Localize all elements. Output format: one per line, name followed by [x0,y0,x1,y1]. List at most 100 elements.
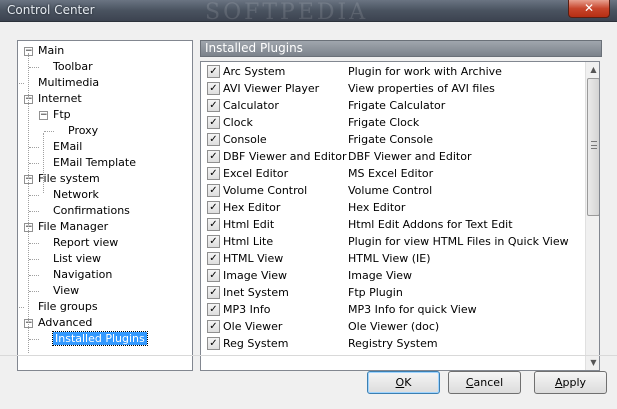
plugins-list[interactable]: ✓ Reg System Registry System ✓ Ole Viewer Ole… [200,61,600,371]
tree-item[interactable]: EMail [53,139,82,155]
tree-item[interactable]: Toolbar [53,59,93,75]
plugin-description: Volume Control [348,184,433,197]
tree-item[interactable]: File Manager [38,219,108,235]
plugin-checkbox[interactable]: ✓ [207,235,220,248]
tree-item[interactable]: View [53,283,79,299]
check-icon: ✓ [209,66,218,77]
tree-item[interactable]: Multimedia [38,75,99,91]
plugin-checkbox[interactable]: ✓ [207,320,220,333]
tree-item-label: File Manager [38,220,109,233]
plugin-row[interactable]: ✓ Hex Editor Hex Editor [201,199,585,216]
plugin-row[interactable]: ✓ HTML View HTML View (IE) [201,250,585,267]
plugin-checkbox[interactable]: ✓ [207,286,220,299]
plugin-name: Excel Editor [223,167,289,180]
tree-item[interactable]: Proxy [68,123,98,139]
apply-button[interactable]: Apply [534,371,607,394]
tree-item[interactable]: Advanced [38,315,92,331]
tree-connector [29,67,39,68]
plugin-checkbox[interactable]: ✓ [207,150,220,163]
plugin-checkbox[interactable]: ✓ [207,82,220,95]
tree-item[interactable]: Installed Plugins [52,331,148,347]
tree-item[interactable]: List view [53,251,101,267]
plugin-row[interactable]: ✓ Html Lite Plugin for view HTML Files in … [201,233,585,250]
plugin-row[interactable]: ✓ Inet System Ftp Plugin [201,284,585,301]
plugin-checkbox[interactable]: ✓ [207,116,220,129]
tree-connector [18,83,24,84]
check-icon: ✓ [209,338,218,349]
plugin-description: MS Excel Editor [348,167,434,180]
cancel-button[interactable]: Cancel [448,371,521,394]
check-icon: ✓ [209,151,218,162]
plugin-row[interactable]: ✓ Reg System Registry System [201,335,585,352]
plugin-row[interactable]: ✓ Volume Control Volume Control [201,182,585,199]
plugin-row[interactable]: ✓ Console Frigate Console [201,131,585,148]
tree-item-label: View [53,284,80,297]
plugin-checkbox[interactable]: ✓ [207,99,220,112]
check-icon: ✓ [209,100,218,111]
plugin-checkbox[interactable]: ✓ [207,65,220,78]
tree-item[interactable]: Internet [38,91,82,107]
plugin-checkbox[interactable]: ✓ [207,218,220,231]
tree-item[interactable]: File groups [38,299,98,315]
plugin-name: Volume Control [223,184,308,197]
tree-item-label: EMail Template [53,156,136,169]
scroll-up-icon[interactable]: ▲ [587,62,599,77]
plugin-checkbox[interactable]: ✓ [207,269,220,282]
plugin-name: Console [223,133,267,146]
plugin-row[interactable]: ✓ DBF Viewer and Editor DBF Viewer and Edi… [201,148,585,165]
plugin-name: Inet System [223,286,289,299]
tree-item[interactable]: Confirmations [53,203,130,219]
divider [0,355,617,356]
plugin-row[interactable]: ✓ Excel Editor MS Excel Editor [201,165,585,182]
plugin-row[interactable]: ✓ Ole Viewer Ole Viewer (doc) [201,318,585,335]
check-icon: ✓ [209,253,218,264]
tree-item[interactable]: EMail Template [53,155,136,171]
tree-item[interactable]: Report view [53,235,118,251]
tree-item[interactable]: Main [38,43,64,59]
scroll-thumb[interactable] [587,78,599,216]
tree-item-label: Installed Plugins [52,331,148,346]
tree-item[interactable]: File system [38,171,100,187]
tree-connector [29,275,39,276]
plugin-name: DBF Viewer and Editor [223,150,347,163]
plugin-row[interactable]: ✓ Arc System Plugin for work with Archive [201,63,585,80]
plugin-description: Ftp Plugin [348,286,403,299]
tree-item[interactable]: Ftp [53,107,71,123]
plugin-description: Frigate Console [348,133,434,146]
collapse-icon[interactable]: − [39,111,48,120]
settings-tree[interactable]: − Main Toolbar Multimedia − Internet − Ftp Proxy… [17,40,193,371]
tree-guide [28,53,29,353]
window-title: Control Center [7,3,95,17]
plugin-description: DBF Viewer and Editor [348,150,472,163]
plugin-checkbox[interactable]: ✓ [207,201,220,214]
plugin-row[interactable]: ✓ MP3 Info MP3 Info for quick View [201,301,585,318]
plugin-row[interactable]: ✓ Image View Image View [201,267,585,284]
tree-connector [29,339,39,340]
plugin-checkbox[interactable]: ✓ [207,337,220,350]
plugin-checkbox[interactable]: ✓ [207,184,220,197]
close-button[interactable]: ✕ [568,0,610,18]
tree-item-label: File groups [38,300,98,313]
plugin-checkbox[interactable]: ✓ [207,133,220,146]
plugin-name: Html Edit [223,218,275,231]
scroll-down-icon[interactable]: ▼ [587,355,599,370]
plugin-row[interactable]: ✓ Clock Frigate Clock [201,114,585,131]
ok-button[interactable]: OK [367,371,440,394]
tree-connector [29,147,39,148]
tree-item[interactable]: Network [53,187,99,203]
plugin-description: MP3 Info for quick View [348,303,477,316]
plugin-checkbox[interactable]: ✓ [207,252,220,265]
plugin-row[interactable]: ✓ Calculator Frigate Calculator [201,97,585,114]
vertical-scrollbar[interactable]: ▲ ▼ [585,62,599,370]
tree-item[interactable]: Navigation [53,267,112,283]
check-icon: ✓ [209,287,218,298]
panel-header: Installed Plugins [200,40,602,57]
plugin-row[interactable]: ✓ AVI Viewer Player View properties of AVI… [201,80,585,97]
tree-connector [29,243,39,244]
plugin-checkbox[interactable]: ✓ [207,303,220,316]
plugin-description: View properties of AVI files [348,82,495,95]
check-icon: ✓ [209,117,218,128]
dialog-client: − Main Toolbar Multimedia − Internet − Ftp Proxy… [0,22,617,409]
plugin-row[interactable]: ✓ Html Edit Html Edit Addons for Text Edit [201,216,585,233]
plugin-checkbox[interactable]: ✓ [207,167,220,180]
